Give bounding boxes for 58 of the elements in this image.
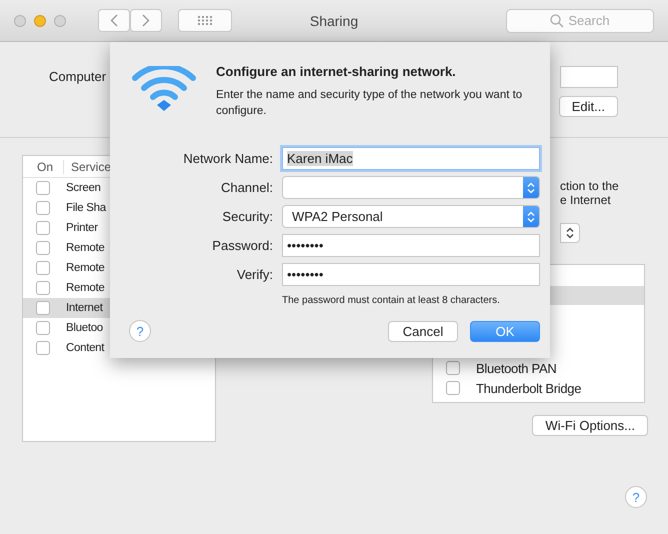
chevron-left-icon: [110, 14, 118, 27]
text-field[interactable]: ••••••••: [282, 234, 540, 257]
wifi-icon: [132, 66, 196, 112]
service-name: Remote: [66, 262, 104, 274]
field-label: Verify:: [236, 267, 273, 282]
port-name: Bluetooth PAN: [476, 360, 556, 376]
port-name: Thunderbolt Bridge: [476, 380, 582, 396]
service-name: Content: [66, 342, 104, 354]
stepper-arrows-icon: [527, 182, 535, 194]
text-field[interactable]: ••••••••: [282, 263, 540, 286]
service-name: Bluetoo: [66, 322, 103, 334]
field-label: Channel:: [220, 180, 273, 195]
service-name: Remote: [66, 282, 104, 294]
checkbox[interactable]: [36, 261, 50, 275]
chevron-right-icon: [142, 14, 150, 27]
description-text: ction to the: [560, 179, 620, 193]
field-label: Security:: [221, 209, 273, 224]
grid-icon: [197, 16, 213, 26]
computer-name-label: Computer: [49, 69, 106, 84]
checkbox[interactable]: [446, 381, 460, 395]
checkbox[interactable]: [36, 341, 50, 355]
dialog-title: Configure an internet-sharing network.: [216, 64, 457, 79]
field-label: Password:: [211, 238, 273, 253]
checkbox[interactable]: [36, 241, 50, 255]
forward-button[interactable]: [130, 9, 162, 32]
checkbox[interactable]: [36, 301, 50, 315]
edit-button[interactable]: Edit...: [558, 96, 618, 117]
minimize-icon[interactable]: [34, 14, 46, 26]
close-icon[interactable]: [14, 14, 26, 26]
cancel-button[interactable]: Cancel: [388, 320, 458, 342]
checkbox[interactable]: [36, 181, 50, 195]
window-title: Sharing: [310, 12, 358, 28]
wifi-options-button[interactable]: Wi-Fi Options...: [532, 415, 648, 436]
hint-text: The password must contain at least 8 characters.: [282, 295, 501, 306]
checkbox[interactable]: [36, 321, 50, 335]
checkbox[interactable]: [36, 201, 50, 215]
field-label: Network Name:: [182, 151, 273, 166]
service-name: File Sha: [66, 202, 106, 214]
back-button[interactable]: [98, 9, 130, 32]
checkbox[interactable]: [446, 361, 460, 375]
checkbox[interactable]: [36, 281, 50, 295]
popup-button[interactable]: WPA2 Personal: [282, 205, 540, 228]
stepper-arrows-icon: [527, 210, 535, 222]
text-field[interactable]: Karen iMac: [282, 147, 540, 170]
zoom-icon[interactable]: [54, 14, 66, 26]
checkbox[interactable]: [36, 221, 50, 235]
description-text: e Internet: [560, 193, 612, 207]
dialog-description: Enter the name and security type of the network you want to configure.: [216, 88, 524, 119]
popup-button[interactable]: [560, 223, 580, 243]
column-header: On: [36, 160, 54, 174]
service-name: Internet: [66, 302, 103, 314]
service-name: Printer: [66, 222, 98, 234]
search-icon: [550, 14, 564, 28]
computer-name-field[interactable]: [560, 66, 618, 88]
stepper-arrows-icon: [566, 227, 574, 239]
show-all-button[interactable]: [178, 9, 232, 32]
service-name: Screen: [66, 182, 101, 194]
service-name: Remote: [66, 242, 104, 254]
